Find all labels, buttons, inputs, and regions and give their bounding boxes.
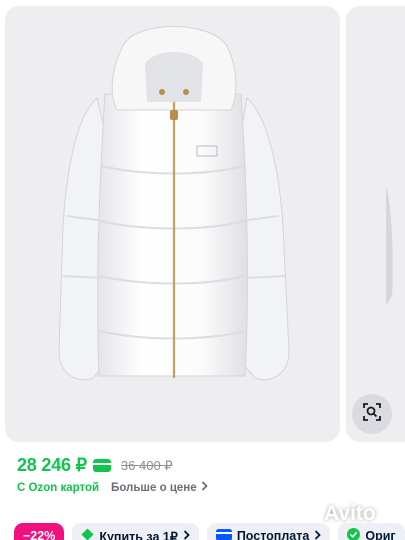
- product-page: 28 246 ₽ 36 400 ₽ С Ozon картой Больше о…: [0, 0, 405, 540]
- visual-search-icon: [362, 402, 382, 427]
- diamond-icon: [81, 528, 94, 540]
- avito-logo-icon: [296, 500, 320, 528]
- next-photo-peek[interactable]: [346, 6, 405, 442]
- chevron-right-icon: [183, 529, 190, 540]
- avito-watermark: Avito: [296, 500, 376, 528]
- discount-badge: −22%: [14, 523, 65, 540]
- visual-search-button[interactable]: [352, 394, 392, 434]
- price-row: 28 246 ₽ 36 400 ₽: [17, 455, 173, 476]
- postpay-label: Постоплата: [236, 529, 310, 540]
- discount-label: −22%: [23, 529, 56, 540]
- watermark-text: Avito: [324, 502, 376, 525]
- buy-for-label: Купить за 1₽: [99, 529, 178, 540]
- product-photo[interactable]: [5, 6, 340, 442]
- more-about-price-link[interactable]: Больше о цене: [111, 481, 208, 494]
- more-about-price-label: Больше о цене: [111, 481, 197, 494]
- buy-for-one-ruble-chip[interactable]: Купить за 1₽: [72, 523, 199, 540]
- original-label: Ориг: [365, 529, 396, 540]
- card-icon: [92, 459, 111, 472]
- jacket-image: [58, 26, 290, 381]
- ozon-card-label: С Ozon картой: [17, 481, 100, 494]
- old-price: 36 400 ₽: [120, 457, 173, 473]
- next-jacket-image: [386, 186, 393, 306]
- card-blue-icon: [215, 528, 232, 540]
- photo-gallery[interactable]: [0, 0, 405, 444]
- original-check-icon: [347, 528, 361, 540]
- price-details-row: С Ozon картой Больше о цене: [17, 481, 208, 494]
- chevron-right-icon: [314, 529, 322, 540]
- ozon-card-price: 28 246 ₽: [17, 455, 87, 475]
- chevron-right-icon: [201, 481, 208, 494]
